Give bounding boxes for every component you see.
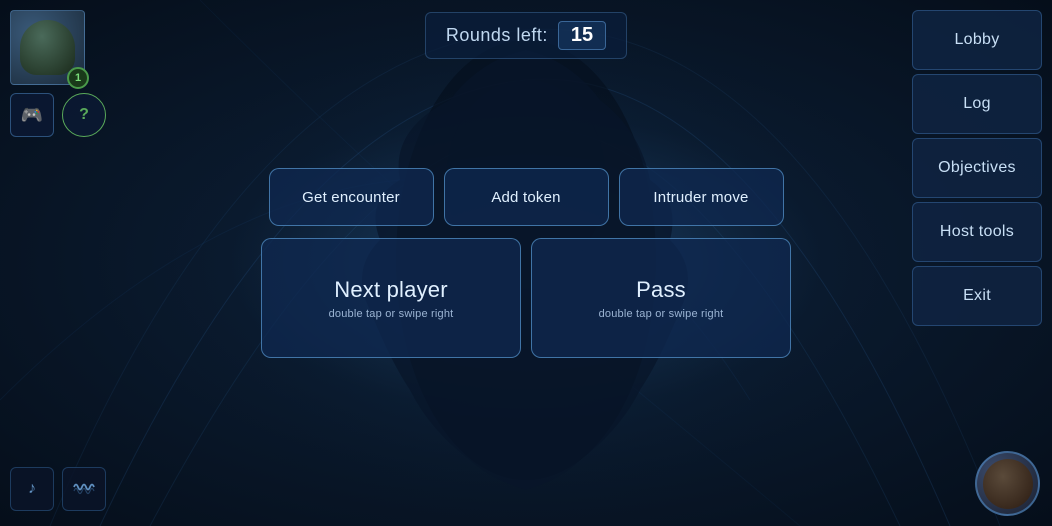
rounds-label: Rounds left:	[446, 25, 548, 46]
get-encounter-button[interactable]: Get encounter	[269, 168, 434, 226]
music-button[interactable]: ♪	[10, 467, 54, 511]
header: Rounds left: 15	[0, 0, 1052, 70]
bottom-left-panel: ♪	[10, 467, 106, 511]
music-icon: ♪	[28, 480, 36, 498]
player-avatar-container: 1	[10, 10, 85, 85]
right-sidebar: Lobby Log Objectives Host tools Exit	[912, 0, 1052, 526]
exit-button[interactable]: Exit	[912, 266, 1042, 326]
avatar-figure	[20, 20, 75, 75]
bottom-right-avatar	[975, 451, 1040, 516]
next-player-sublabel: double tap or swipe right	[329, 308, 454, 320]
pass-sublabel: double tap or swipe right	[599, 308, 724, 320]
wave-button[interactable]	[62, 467, 106, 511]
rounds-container: Rounds left: 15	[425, 12, 627, 59]
wave-icon	[73, 478, 95, 501]
rounds-value: 15	[558, 21, 606, 50]
host-tools-button[interactable]: Host tools	[912, 202, 1042, 262]
top-left-panel: 1 🎮 ?	[10, 10, 106, 137]
gamepad-icon: 🎮	[21, 105, 43, 126]
action-row-2: Next player double tap or swipe right Pa…	[261, 238, 791, 358]
gamepad-button[interactable]: 🎮	[10, 93, 54, 137]
intruder-move-button[interactable]: Intruder move	[619, 168, 784, 226]
main-buttons-panel: Get encounter Add token Intruder move Ne…	[261, 168, 791, 358]
question-icon: ?	[79, 106, 89, 124]
add-token-button[interactable]: Add token	[444, 168, 609, 226]
log-button[interactable]: Log	[912, 74, 1042, 134]
action-row-1: Get encounter Add token Intruder move	[269, 168, 784, 226]
avatar-face-detail	[983, 459, 1033, 509]
player-badge: 1	[67, 67, 89, 89]
next-player-button[interactable]: Next player double tap or swipe right	[261, 238, 521, 358]
icon-button-group: 🎮 ?	[10, 93, 106, 137]
objectives-button[interactable]: Objectives	[912, 138, 1042, 198]
help-button[interactable]: ?	[62, 93, 106, 137]
pass-button[interactable]: Pass double tap or swipe right	[531, 238, 791, 358]
lobby-button[interactable]: Lobby	[912, 10, 1042, 70]
